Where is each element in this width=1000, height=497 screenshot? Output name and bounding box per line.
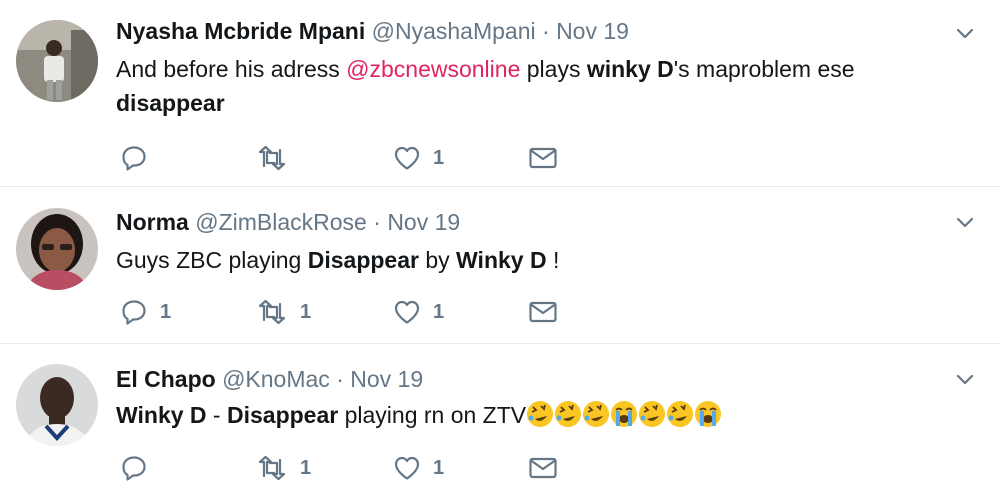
author-name[interactable]: El Chapo [116,366,216,392]
chevron-down-icon[interactable] [954,22,976,44]
tweet-text-bold: Disappear [226,402,339,428]
avatar[interactable] [16,20,98,102]
like-button[interactable]: 1 [393,453,444,483]
tweet-text-segment: - [206,402,227,428]
tweet-header: Norma @ZimBlackRose · Nov 19 [116,209,460,236]
timestamp[interactable]: Nov 19 [350,366,423,392]
like-button[interactable]: 1 [393,297,444,327]
tweet-text-bold: Winky D [456,247,547,273]
loudly-crying-face-emoji-icon [611,401,638,427]
tweet-actions: 1 1 1 [116,297,616,327]
tweet-text-segment: playing rn on ZTV [338,402,527,428]
like-count: 1 [433,300,445,323]
tweet-text-segment: plays [520,56,587,82]
tweet-text: Winky D - Disappear playing rn on ZTV [116,398,916,432]
tweet-text-segment: And before his adress [116,56,347,82]
tweet-text: Guys ZBC playing Disappear by Winky D ! [116,243,916,277]
timestamp[interactable]: Nov 19 [387,209,460,235]
envelope-icon [529,147,557,169]
tweet-actions: 1 [116,143,616,173]
tweet[interactable]: El Chapo @KnoMac · Nov 19 Winky D - Disa… [0,344,1000,497]
tweet-text-segment: Guys ZBC playing [116,247,308,273]
direct-message-button[interactable] [528,143,558,173]
retweet-count: 1 [300,456,312,479]
rolling-on-the-floor-laughing-emoji-icon [667,401,694,427]
tweet-text-bold: disappear [116,90,225,116]
tweet-actions: 1 1 [116,453,616,483]
tweet-header: El Chapo @KnoMac · Nov 19 [116,366,423,393]
heart-icon [394,456,420,480]
tweet-text-segment: ! [546,247,560,273]
retweet-icon [258,299,286,325]
rolling-on-the-floor-laughing-emoji-icon [639,401,666,427]
author-handle[interactable]: @KnoMac [222,366,330,392]
mention-link[interactable]: @zbcnewsonline [346,56,520,82]
rolling-on-the-floor-laughing-emoji-icon [555,401,582,427]
retweet-icon [258,145,286,171]
heart-icon [394,146,420,170]
timestamp[interactable]: Nov 19 [556,18,629,44]
tweet[interactable]: Nyasha Mcbride Mpani @NyashaMpani · Nov … [0,0,1000,186]
reply-button[interactable] [120,143,148,173]
avatar[interactable] [16,208,98,290]
heart-icon [394,300,420,324]
retweet-button[interactable] [256,143,288,173]
reply-icon [122,456,146,481]
author-name[interactable]: Nyasha Mcbride Mpani [116,18,365,44]
author-name[interactable]: Norma [116,209,189,235]
separator-dot: · [542,18,550,44]
direct-message-button[interactable] [528,453,558,483]
avatar[interactable] [16,364,98,446]
tweet-text-bold: winky D [586,56,674,82]
reply-count: 1 [160,300,172,323]
reply-button[interactable] [120,453,148,483]
author-handle[interactable]: @NyashaMpani [372,18,536,44]
chevron-down-icon[interactable] [954,211,976,233]
chevron-down-icon[interactable] [954,368,976,390]
tweet-text-segment: 's maproblem ese [673,56,855,82]
author-handle[interactable]: @ZimBlackRose [195,209,367,235]
tweet-text-bold: Winky D [116,402,207,428]
tweet-header: Nyasha Mcbride Mpani @NyashaMpani · Nov … [116,18,629,45]
like-count: 1 [433,456,445,479]
rolling-on-the-floor-laughing-emoji-icon [583,401,610,427]
separator-dot: · [336,366,344,392]
tweet[interactable]: Norma @ZimBlackRose · Nov 19 Guys ZBC pl… [0,187,1000,343]
separator-dot: · [373,209,381,235]
tweet-text-segment: by [418,247,457,273]
like-count: 1 [433,146,445,169]
tweet-text: And before his adress @zbcnewsonline pla… [116,52,916,120]
loudly-crying-face-emoji-icon [695,401,722,427]
reply-icon [122,300,146,325]
direct-message-button[interactable] [528,297,558,327]
emoji-row [526,401,722,428]
envelope-icon [529,301,557,323]
retweet-icon [258,455,286,481]
retweet-button[interactable]: 1 [256,297,311,327]
envelope-icon [529,457,557,479]
like-button[interactable]: 1 [393,143,444,173]
retweet-count: 1 [300,300,312,323]
reply-button[interactable]: 1 [120,297,171,327]
retweet-button[interactable]: 1 [256,453,311,483]
reply-icon [122,146,146,171]
tweet-text-bold: Disappear [307,247,419,273]
rolling-on-the-floor-laughing-emoji-icon [527,401,554,427]
